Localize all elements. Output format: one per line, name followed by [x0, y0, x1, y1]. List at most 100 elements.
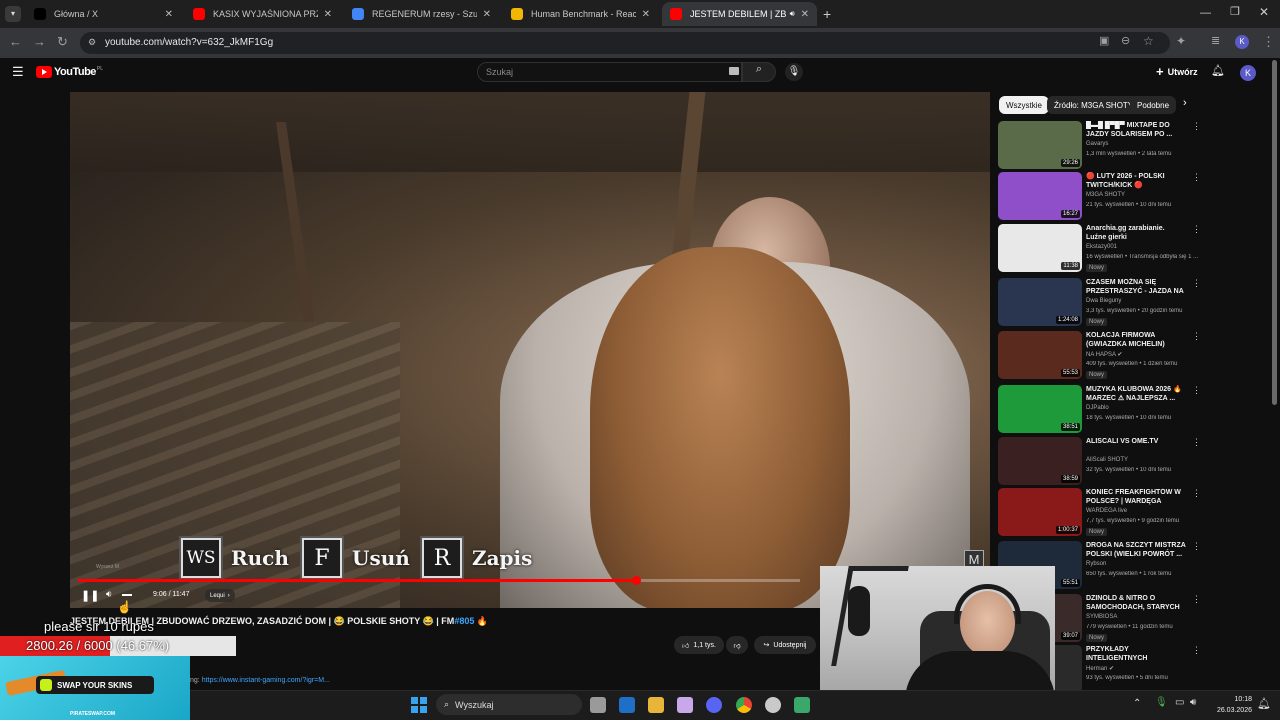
recommendation-item[interactable]: 11:38 Anarchia.gg zarabianie. Luźne gierk…: [998, 224, 1201, 276]
recommendation-item[interactable]: 38:59 ALISCALI VS OME.TV AliScali SHOTY 32 …: [998, 437, 1201, 489]
browser-menu-icon[interactable]: ⋮: [1262, 34, 1275, 50]
tab-2[interactable]: REGENERUM rzesy - Szukaj w G ✕: [344, 2, 499, 26]
url-text[interactable]: youtube.com/watch?v=632_JkMF1Gg: [105, 37, 273, 48]
dislike-button[interactable]: 👎︎: [726, 636, 748, 654]
video-thumbnail[interactable]: 38:51: [998, 385, 1082, 433]
chips-next-icon[interactable]: ›: [1183, 97, 1187, 109]
video-thumbnail[interactable]: 1:24:08: [998, 278, 1082, 326]
steam-icon[interactable]: [765, 697, 781, 713]
recommendation-item[interactable]: 16:27 🔴 LUTY 2026 - POLSKI TWITCH/KICK 🔴 M…: [998, 172, 1201, 224]
video-thumbnail[interactable]: 29:26: [998, 121, 1082, 169]
hamburger-menu-icon[interactable]: ☰: [12, 64, 24, 80]
more-options-icon[interactable]: ⋮: [1192, 331, 1201, 342]
recommendation-title[interactable]: 🔴 LUTY 2026 - POLSKI TWITCH/KICK 🔴: [1086, 172, 1186, 190]
windows-start-icon[interactable]: [411, 697, 427, 713]
more-options-icon[interactable]: ⋮: [1192, 385, 1201, 396]
page-scrollbar[interactable]: [1272, 60, 1277, 405]
notification-icon[interactable]: 🔔︎: [1257, 697, 1271, 710]
tray-chevron-icon[interactable]: ⌃: [1133, 698, 1141, 709]
more-options-icon[interactable]: ⋮: [1192, 121, 1201, 132]
recommendation-title[interactable]: DZINOLD & NITRO O SAMOCHODACH, STARYCH .…: [1086, 594, 1186, 612]
channel-name[interactable]: Dwa Bieguny: [1086, 298, 1191, 304]
channel-name[interactable]: AliScali SHOTY: [1086, 457, 1191, 463]
more-options-icon[interactable]: ⋮: [1192, 645, 1201, 656]
tab-0[interactable]: Główna / X ✕: [26, 2, 181, 26]
tray-network-icon[interactable]: ▭: [1175, 697, 1184, 708]
tab-close-icon[interactable]: ✕: [165, 9, 173, 20]
recommendation-title[interactable]: DROGA NA SZCZYT MISTRZA POLSKI (WIELKI P…: [1086, 541, 1186, 559]
more-options-icon[interactable]: ⋮: [1192, 594, 1201, 605]
recommendation-title[interactable]: KONIEC FREAKFIGHTÓW W POLSCE? | WARDĘGA: [1086, 488, 1186, 506]
chapter-button[interactable]: Lequi ›: [205, 589, 235, 602]
recommendation-title[interactable]: MUZYKA KLUBOWA 2026 🔥 MARZEC ⚠ NAJLEPSZA…: [1086, 385, 1186, 403]
tab-4[interactable]: JESTEM DEBILEM | ZBUDO 🔊︎ ✕: [662, 2, 817, 26]
volume-slider[interactable]: [122, 594, 132, 596]
channel-name[interactable]: SYMBIOSA: [1086, 614, 1191, 620]
tab-3[interactable]: Human Benchmark - Reaction T ✕: [503, 2, 658, 26]
video-thumbnail[interactable]: 55:53: [998, 331, 1082, 379]
recommendation-title[interactable]: CZASEM MOŻNA SIĘ PRZESTRASZYĆ - JAZDA NA…: [1086, 278, 1186, 296]
video-hashtag[interactable]: #805: [454, 616, 474, 626]
media-control-icon[interactable]: ≣: [1211, 34, 1220, 47]
forward-icon[interactable]: →: [33, 34, 46, 49]
video-thumbnail[interactable]: 1:00:37: [998, 488, 1082, 536]
recommendation-title[interactable]: PRZYKŁADY INTELIGENTNYCH WYPOWIEDZI: [1086, 645, 1186, 663]
video-thumbnail[interactable]: 11:38: [998, 224, 1082, 272]
create-button[interactable]: + Utwórz: [1156, 64, 1198, 79]
recommendation-title[interactable]: ALISCALI VS OME.TV: [1086, 437, 1186, 446]
notifications-bell-icon[interactable]: 🔔︎: [1211, 64, 1225, 77]
reload-icon[interactable]: ↻: [57, 34, 68, 50]
description-link[interactable]: https://www.instant-gaming.com/?igr=M...: [202, 677, 330, 684]
more-options-icon[interactable]: ⋮: [1192, 488, 1201, 499]
chip-all[interactable]: Wszystkie: [999, 96, 1049, 114]
store-icon[interactable]: [677, 697, 693, 713]
chrome-icon[interactable]: [736, 697, 752, 713]
voice-search-icon[interactable]: 🎙: [785, 63, 803, 81]
file-explorer-icon[interactable]: [648, 697, 664, 713]
video-thumbnail[interactable]: 16:27: [998, 172, 1082, 220]
youtube-logo[interactable]: YouTube PL: [36, 66, 103, 78]
recommendation-item[interactable]: 1:24:08 CZASEM MOŻNA SIĘ PRZESTRASZYĆ - J…: [998, 278, 1201, 330]
tab-close-icon[interactable]: ✕: [324, 9, 332, 20]
more-options-icon[interactable]: ⋮: [1192, 541, 1201, 552]
chip-similar[interactable]: Podobne: [1130, 96, 1177, 114]
like-button[interactable]: 👍︎ 1,1 tys.: [674, 636, 724, 654]
tab-audio-icon[interactable]: 🔊︎: [790, 9, 795, 19]
tray-volume-icon[interactable]: 🔊︎: [1190, 697, 1196, 708]
recommendation-title[interactable]: █▬█ █▀█▀ MIXTAPE DO JAZDY SOLARISEM PO .…: [1086, 121, 1186, 139]
search-input[interactable]: Szukaj: [477, 62, 742, 82]
tab-search-button[interactable]: ▾: [5, 6, 21, 22]
search-button[interactable]: ⌕: [742, 62, 776, 82]
tray-mic-icon[interactable]: 🎙︎: [1155, 697, 1168, 708]
tab-close-icon[interactable]: ✕: [801, 9, 809, 20]
app-icon[interactable]: [794, 697, 810, 713]
video-thumbnail[interactable]: 38:59: [998, 437, 1082, 485]
install-app-icon[interactable]: ▣: [1099, 34, 1109, 47]
share-button[interactable]: ↪ Udostępnij: [754, 636, 816, 654]
more-options-icon[interactable]: ⋮: [1192, 172, 1201, 183]
close-window-icon[interactable]: ✕: [1259, 5, 1269, 19]
more-options-icon[interactable]: ⋮: [1192, 278, 1201, 289]
more-options-icon[interactable]: ⋮: [1192, 437, 1201, 448]
bookmark-star-icon[interactable]: ☆: [1143, 34, 1154, 48]
channel-name[interactable]: M3GA SHOTY: [1086, 192, 1191, 198]
back-icon[interactable]: ←: [9, 34, 22, 49]
recommendation-item[interactable]: 1:00:37 KONIEC FREAKFIGHTÓW W POLSCE? | W…: [998, 488, 1201, 540]
recommendation-title[interactable]: KOLACJA FIRMOWA (GWIAZDKA MICHELIN): [1086, 331, 1186, 349]
progress-scrubber[interactable]: [632, 576, 641, 585]
channel-name[interactable]: Gavarys: [1086, 141, 1191, 147]
chip-source[interactable]: Źródło: M3GA SHOTY: [1047, 96, 1141, 114]
profile-avatar[interactable]: K: [1235, 35, 1249, 49]
maximize-icon[interactable]: ❐: [1230, 5, 1240, 18]
tab-close-icon[interactable]: ✕: [483, 9, 491, 20]
more-options-icon[interactable]: ⋮: [1192, 224, 1201, 235]
channel-name[interactable]: Herman ✔: [1086, 665, 1191, 672]
recommendation-item[interactable]: 38:51 MUZYKA KLUBOWA 2026 🔥 MARZEC ⚠ NAJL…: [998, 385, 1201, 437]
recommendation-item[interactable]: 29:26 █▬█ █▀█▀ MIXTAPE DO JAZDY SOLARISEM…: [998, 121, 1201, 173]
keyboard-icon[interactable]: [729, 67, 739, 75]
channel-name[interactable]: Rybson: [1086, 561, 1191, 567]
outlook-icon[interactable]: [619, 697, 635, 713]
site-info-icon[interactable]: ⚙: [88, 37, 96, 48]
channel-name[interactable]: NA HAPSA ✔: [1086, 351, 1191, 358]
taskbar-search[interactable]: ⌕ Wyszukaj: [436, 694, 582, 715]
